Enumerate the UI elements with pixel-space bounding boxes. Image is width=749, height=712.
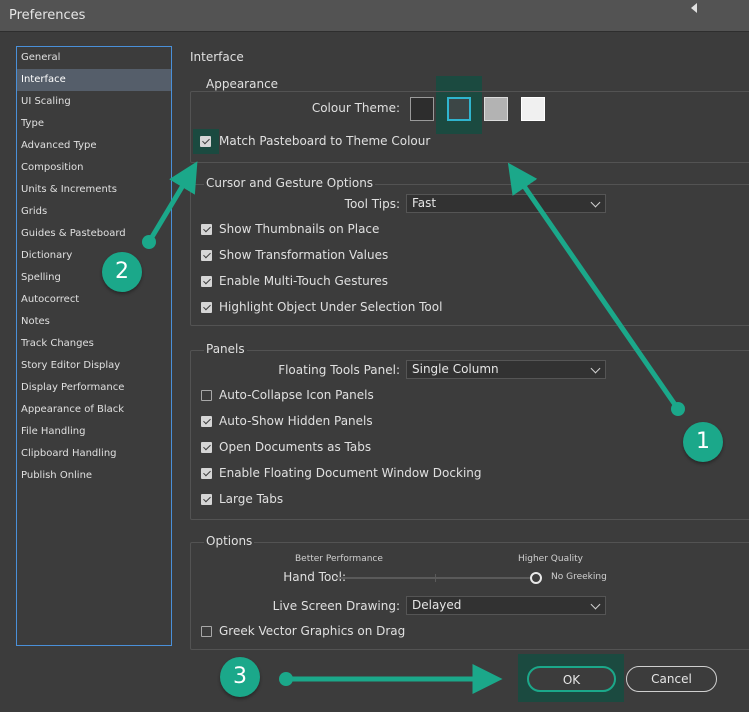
arrow-3 bbox=[279, 664, 503, 694]
annotation-arrows bbox=[142, 161, 685, 694]
preferences-window: Preferences General Interface UI Scaling… bbox=[0, 0, 749, 712]
arrow-2 bbox=[142, 161, 198, 249]
annotation-badge-2: 2 bbox=[102, 252, 142, 292]
annotation-badge-1: 1 bbox=[683, 422, 723, 462]
arrow-1 bbox=[507, 162, 685, 416]
annotation-badge-3: 3 bbox=[220, 657, 260, 697]
